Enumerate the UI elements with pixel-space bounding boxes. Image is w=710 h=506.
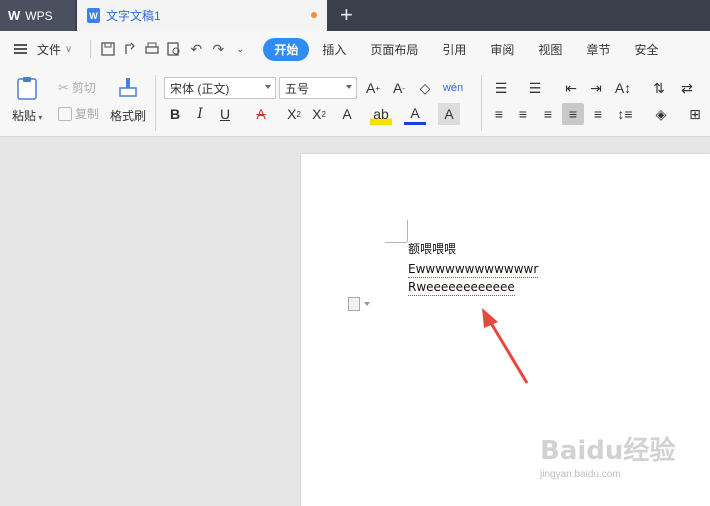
undo-icon[interactable]: ↶: [185, 38, 207, 60]
sort-icon[interactable]: ⇅: [648, 77, 670, 99]
shading-icon[interactable]: ◈: [650, 103, 672, 125]
cut-button[interactable]: ✂ 剪切: [58, 79, 96, 96]
document-icon: W: [87, 8, 100, 23]
ribbon-tabs: 开始 插入 页面布局 引用 审阅 视图 章节 安全: [263, 37, 669, 61]
document-line[interactable]: 额喂喂喂: [408, 240, 456, 257]
paragraph-layout-button[interactable]: [348, 297, 370, 311]
char-shading-icon[interactable]: A: [438, 103, 460, 125]
divider: [90, 40, 92, 58]
increase-indent-icon[interactable]: ⇥: [585, 77, 607, 99]
hamburger-icon: [14, 44, 27, 54]
divider: [155, 75, 156, 131]
title-bar: W WPS W 文字文稿1 +: [0, 0, 710, 31]
divider: [481, 75, 482, 131]
strikethrough-icon[interactable]: A: [250, 103, 272, 125]
save-icon[interactable]: [97, 38, 119, 60]
chevron-down-icon: [346, 85, 352, 89]
ribbon: 粘贴 ▾ ✂ 剪切 复制 格式刷 宋体 (正文) 五号 A + A- ◇ wén …: [0, 67, 710, 137]
tab-review[interactable]: 审阅: [479, 38, 525, 61]
paste-button[interactable]: 粘贴 ▾: [12, 75, 42, 124]
tab-home[interactable]: 开始: [263, 37, 310, 61]
format-painter-label: 格式刷: [110, 109, 147, 123]
print-icon[interactable]: [141, 38, 163, 60]
tab-view[interactable]: 视图: [527, 38, 573, 61]
decrease-indent-icon[interactable]: ⇤: [560, 77, 582, 99]
chevron-down-icon: [364, 302, 370, 306]
bold-icon[interactable]: B: [164, 103, 186, 125]
watermark-url: jingyan.baidu.com: [540, 469, 621, 480]
chevron-down-icon: [265, 85, 271, 89]
align-right-icon[interactable]: ≡: [537, 103, 559, 125]
text-effects-icon[interactable]: A: [336, 103, 358, 125]
borders-icon[interactable]: ⊞: [684, 103, 706, 125]
margin-marker: [385, 242, 407, 243]
document-line[interactable]: Rweeeeeeeeeeee: [408, 280, 515, 296]
margin-marker: [407, 220, 408, 242]
underline-icon[interactable]: U: [214, 103, 236, 125]
phonetic-guide-icon[interactable]: wén: [442, 77, 464, 99]
italic-icon[interactable]: I: [189, 103, 211, 125]
clipboard-icon: [17, 77, 37, 100]
font-name-select[interactable]: 宋体 (正文): [164, 77, 276, 99]
watermark: Baidu经验 jingyan.baidu.com: [540, 430, 675, 480]
tab-references[interactable]: 引用: [431, 38, 477, 61]
align-left-icon[interactable]: ≡: [488, 103, 510, 125]
brush-icon: [119, 78, 137, 97]
align-center-icon[interactable]: ≡: [512, 103, 534, 125]
file-menu-button[interactable]: 文件 ∨: [14, 41, 72, 58]
chevron-down-icon: ∨: [65, 43, 73, 55]
text-direction-icon[interactable]: A↕: [612, 77, 634, 99]
line-spacing-icon[interactable]: ↕≡: [614, 103, 636, 125]
copy-button[interactable]: 复制: [58, 105, 99, 122]
watermark-brand: Baidu经验: [540, 436, 676, 466]
more-dropdown-icon[interactable]: ⌄: [229, 38, 251, 60]
document-line[interactable]: Ewwwwwwwwwwwwr: [408, 262, 539, 278]
wps-home-label: WPS: [25, 8, 53, 23]
menu-bar: 文件 ∨ ↶ ↷ ⌄ 开始 插入 页面布局 引用 审阅 视图 章节 安全: [0, 31, 710, 67]
new-tab-button[interactable]: +: [340, 2, 353, 28]
copy-label: 复制: [75, 107, 100, 121]
tab-sections[interactable]: 章节: [575, 38, 621, 61]
annotation-arrow: [482, 308, 529, 384]
file-menu-label: 文件: [37, 42, 62, 57]
tab-insert[interactable]: 插入: [311, 38, 357, 61]
font-color-icon[interactable]: A: [404, 103, 426, 125]
cut-label: 剪切: [71, 81, 96, 95]
highlight-icon[interactable]: ab: [370, 103, 392, 125]
redo-icon[interactable]: ↷: [207, 38, 229, 60]
page-icon: [348, 297, 360, 311]
print-preview-icon[interactable]: [163, 38, 185, 60]
grow-font-icon[interactable]: A +: [362, 77, 384, 99]
clear-format-icon[interactable]: ◇: [414, 77, 436, 99]
copy-icon: [58, 106, 72, 121]
unsaved-indicator: [311, 12, 317, 18]
document-tab-label: 文字文稿1: [106, 9, 161, 23]
justify-icon[interactable]: ≡: [562, 103, 584, 125]
bullet-list-icon[interactable]: ☰: [490, 77, 512, 99]
paste-label: 粘贴: [12, 109, 37, 123]
subscript-icon[interactable]: X2: [308, 103, 330, 125]
font-size-value: 五号: [285, 81, 310, 96]
format-painter-button[interactable]: 格式刷: [110, 75, 146, 124]
shrink-font-icon[interactable]: A-: [388, 77, 410, 99]
numbered-list-icon[interactable]: ☰: [524, 77, 546, 99]
tab-page-layout[interactable]: 页面布局: [359, 38, 429, 61]
document-tab[interactable]: W 文字文稿1: [77, 0, 327, 31]
export-icon[interactable]: [119, 38, 141, 60]
wps-logo-icon: W: [8, 8, 21, 23]
distribute-icon[interactable]: ≡: [587, 103, 609, 125]
line-spacing-toggle-icon[interactable]: ⇄: [676, 77, 698, 99]
superscript-icon[interactable]: X2: [283, 103, 305, 125]
wps-home-tab[interactable]: W WPS: [0, 0, 75, 31]
font-size-select[interactable]: 五号: [279, 77, 357, 99]
scissors-icon: ✂: [58, 79, 69, 95]
font-name-value: 宋体 (正文): [170, 81, 230, 96]
tab-security[interactable]: 安全: [623, 38, 669, 61]
